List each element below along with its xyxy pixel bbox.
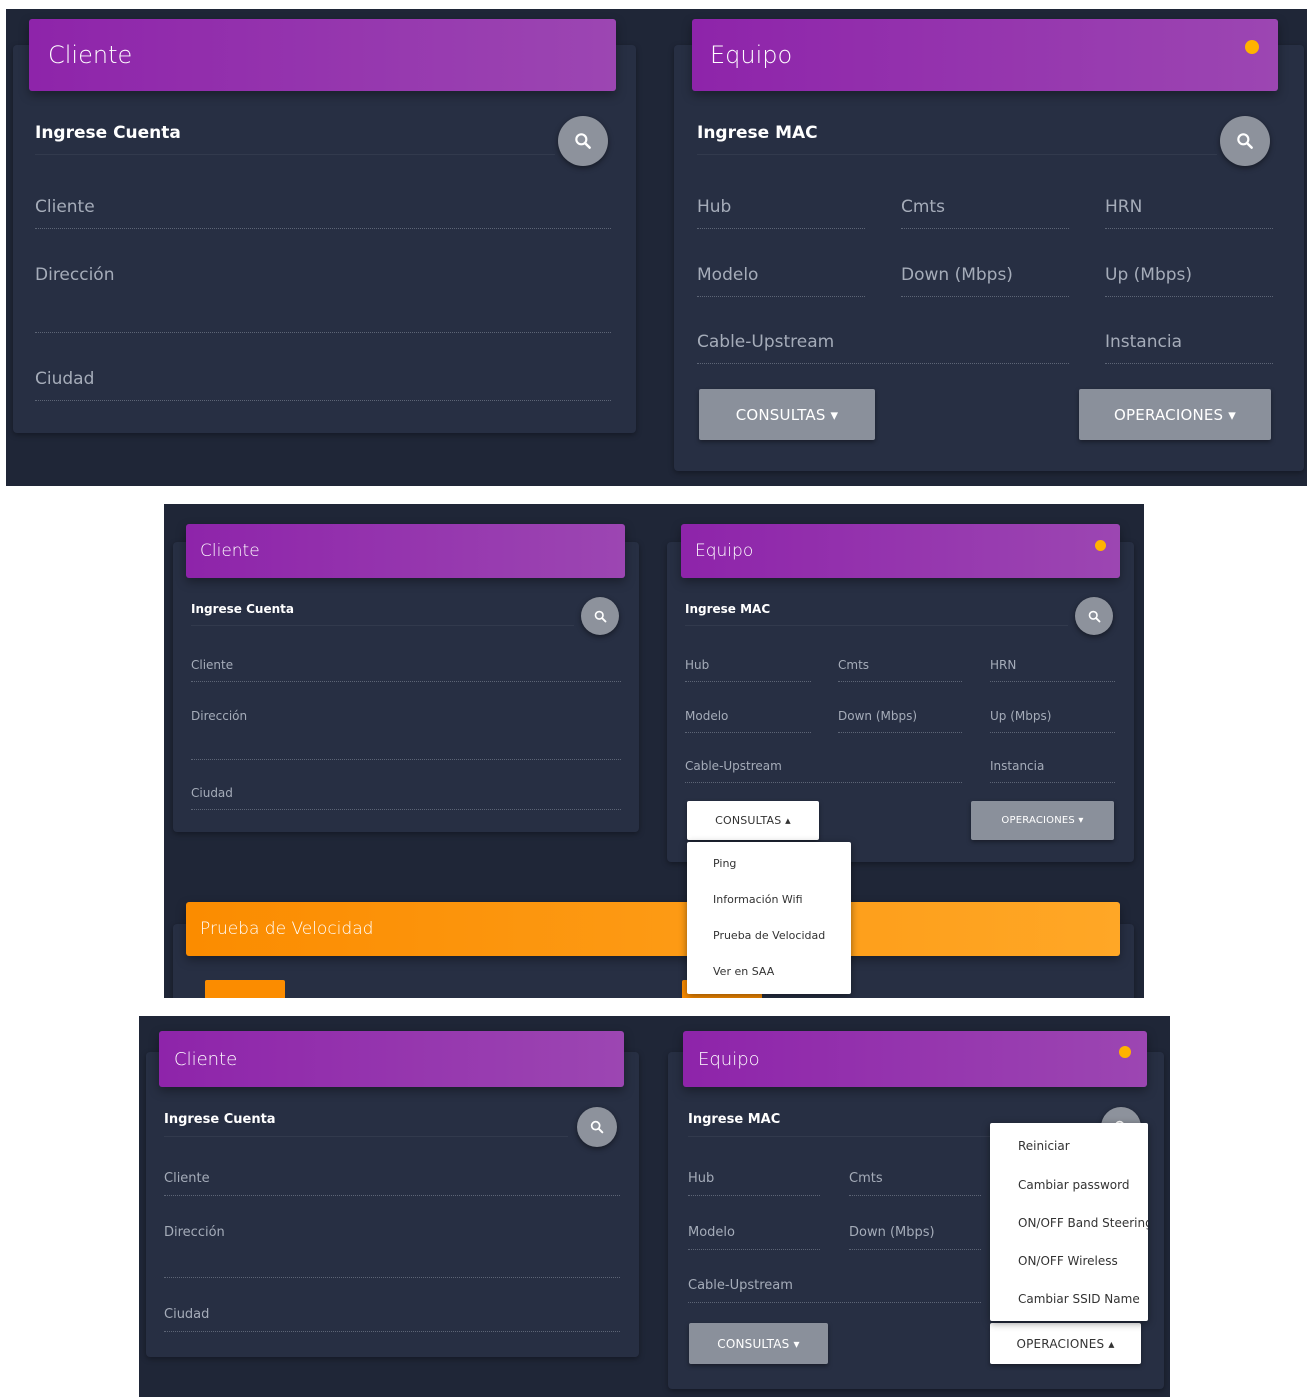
equipo-title: Equipo [710,41,793,69]
caret-down-icon: ▾ [1228,405,1236,424]
account-input[interactable]: Ingrese Cuenta [35,123,555,155]
ciudad-field[interactable]: Ciudad [164,1307,620,1332]
modelo-field[interactable]: Modelo [685,709,811,733]
instancia-field[interactable]: Instancia [1105,332,1273,364]
cable-upstream-field[interactable]: Cable-Upstream [697,332,1069,364]
mac-input[interactable]: Ingrese MAC [685,602,1068,626]
cliente-header: Cliente [159,1031,624,1087]
ciudad-field[interactable]: Ciudad [35,369,611,401]
account-input[interactable]: Ingrese Cuenta [191,602,574,626]
down-field[interactable]: Down (Mbps) [901,265,1069,297]
cable-upstream-field[interactable]: Cable-Upstream [685,759,962,783]
search-account-button[interactable] [577,1107,617,1147]
cliente-title: Cliente [200,541,260,561]
consultas-menu: Ping Información Wifi Prueba de Velocida… [687,842,851,994]
cmts-field[interactable]: Cmts [838,658,962,682]
caret-up-icon: ▴ [785,814,791,827]
modelo-field[interactable]: Modelo [697,265,865,297]
menu-item-prueba-velocidad[interactable]: Prueba de Velocidad [687,929,851,942]
cable-upstream-field[interactable]: Cable-Upstream [688,1278,981,1303]
modelo-field[interactable]: Modelo [688,1225,820,1250]
search-icon [575,133,591,149]
consultas-button[interactable]: CONSULTAS ▴ [687,801,819,840]
equipo-header: Equipo [692,19,1278,91]
status-dot [1119,1046,1131,1058]
cliente-header: Cliente [29,19,616,91]
search-mac-button[interactable] [1075,597,1113,635]
search-mac-button[interactable] [1220,116,1270,166]
caret-down-icon: ▾ [793,1336,800,1351]
up-field[interactable]: Up (Mbps) [1105,265,1273,297]
menu-item-ver-saa[interactable]: Ver en SAA [687,965,851,978]
caret-up-icon: ▴ [1108,1336,1115,1351]
search-icon [1088,610,1100,622]
screenshot-consultas-open: Cliente Ingrese Cuenta Cliente Dirección… [164,504,1144,998]
cliente-field[interactable]: Cliente [164,1171,620,1196]
caret-down-icon: ▾ [830,405,839,424]
down-field[interactable]: Down (Mbps) [838,709,962,733]
hrn-field[interactable]: HRN [1105,197,1273,229]
operaciones-menu: Reiniciar Cambiar password ON/OFF Band S… [990,1123,1148,1321]
down-field[interactable]: Down (Mbps) [849,1225,981,1250]
instancia-field[interactable]: Instancia [990,759,1115,783]
hub-field[interactable]: Hub [685,658,811,682]
hrn-field[interactable]: HRN [990,658,1115,682]
menu-item-informacion-wifi[interactable]: Información Wifi [687,893,851,906]
direccion-field[interactable]: Dirección [35,265,611,333]
direccion-field[interactable]: Dirección [164,1225,620,1278]
operaciones-button[interactable]: OPERACIONES ▾ [971,801,1114,840]
cliente-field[interactable]: Cliente [191,658,621,682]
operaciones-button[interactable]: OPERACIONES ▴ [990,1323,1141,1364]
screenshot-default: Cliente Ingrese Cuenta Cliente Dirección… [6,9,1307,486]
menu-item-ping[interactable]: Ping [687,857,851,870]
ciudad-field[interactable]: Ciudad [191,786,621,810]
hub-field[interactable]: Hub [688,1171,820,1196]
speed-test-button[interactable] [205,980,285,998]
operaciones-button[interactable]: OPERACIONES ▾ [1079,389,1271,440]
direccion-field[interactable]: Dirección [191,709,621,760]
menu-item-wireless[interactable]: ON/OFF Wireless [990,1254,1148,1268]
equipo-title: Equipo [698,1048,760,1070]
search-icon [590,1120,604,1134]
cliente-title: Cliente [174,1048,238,1070]
account-input[interactable]: Ingrese Cuenta [164,1112,568,1137]
equipo-header: Equipo [683,1031,1147,1087]
cliente-field[interactable]: Cliente [35,197,611,229]
consultas-button[interactable]: CONSULTAS ▾ [689,1323,828,1364]
equipo-title: Equipo [695,541,754,561]
search-icon [1237,133,1253,149]
caret-down-icon: ▾ [1078,815,1084,826]
menu-item-cambiar-password[interactable]: Cambiar password [990,1178,1148,1192]
screenshot-operaciones-open: Cliente Ingrese Cuenta Cliente Dirección… [139,1016,1170,1397]
cmts-field[interactable]: Cmts [849,1171,981,1196]
search-account-button[interactable] [558,116,608,166]
up-field[interactable]: Up (Mbps) [990,709,1115,733]
menu-item-cambiar-ssid[interactable]: Cambiar SSID Name [990,1292,1148,1306]
hub-field[interactable]: Hub [697,197,865,229]
cliente-title: Cliente [48,41,133,69]
speed-test-header: Prueba de Velocidad [186,902,1120,956]
search-icon [594,610,606,622]
consultas-button[interactable]: CONSULTAS ▾ [699,389,875,440]
status-dot [1095,540,1106,551]
speed-test-title: Prueba de Velocidad [200,919,374,939]
cliente-header: Cliente [186,524,625,578]
menu-item-reiniciar[interactable]: Reiniciar [990,1139,1148,1153]
menu-item-band-steering[interactable]: ON/OFF Band Steering [990,1216,1148,1230]
cmts-field[interactable]: Cmts [901,197,1069,229]
search-account-button[interactable] [581,597,619,635]
status-dot [1245,40,1259,54]
equipo-header: Equipo [681,524,1120,578]
mac-input[interactable]: Ingrese MAC [697,123,1217,155]
